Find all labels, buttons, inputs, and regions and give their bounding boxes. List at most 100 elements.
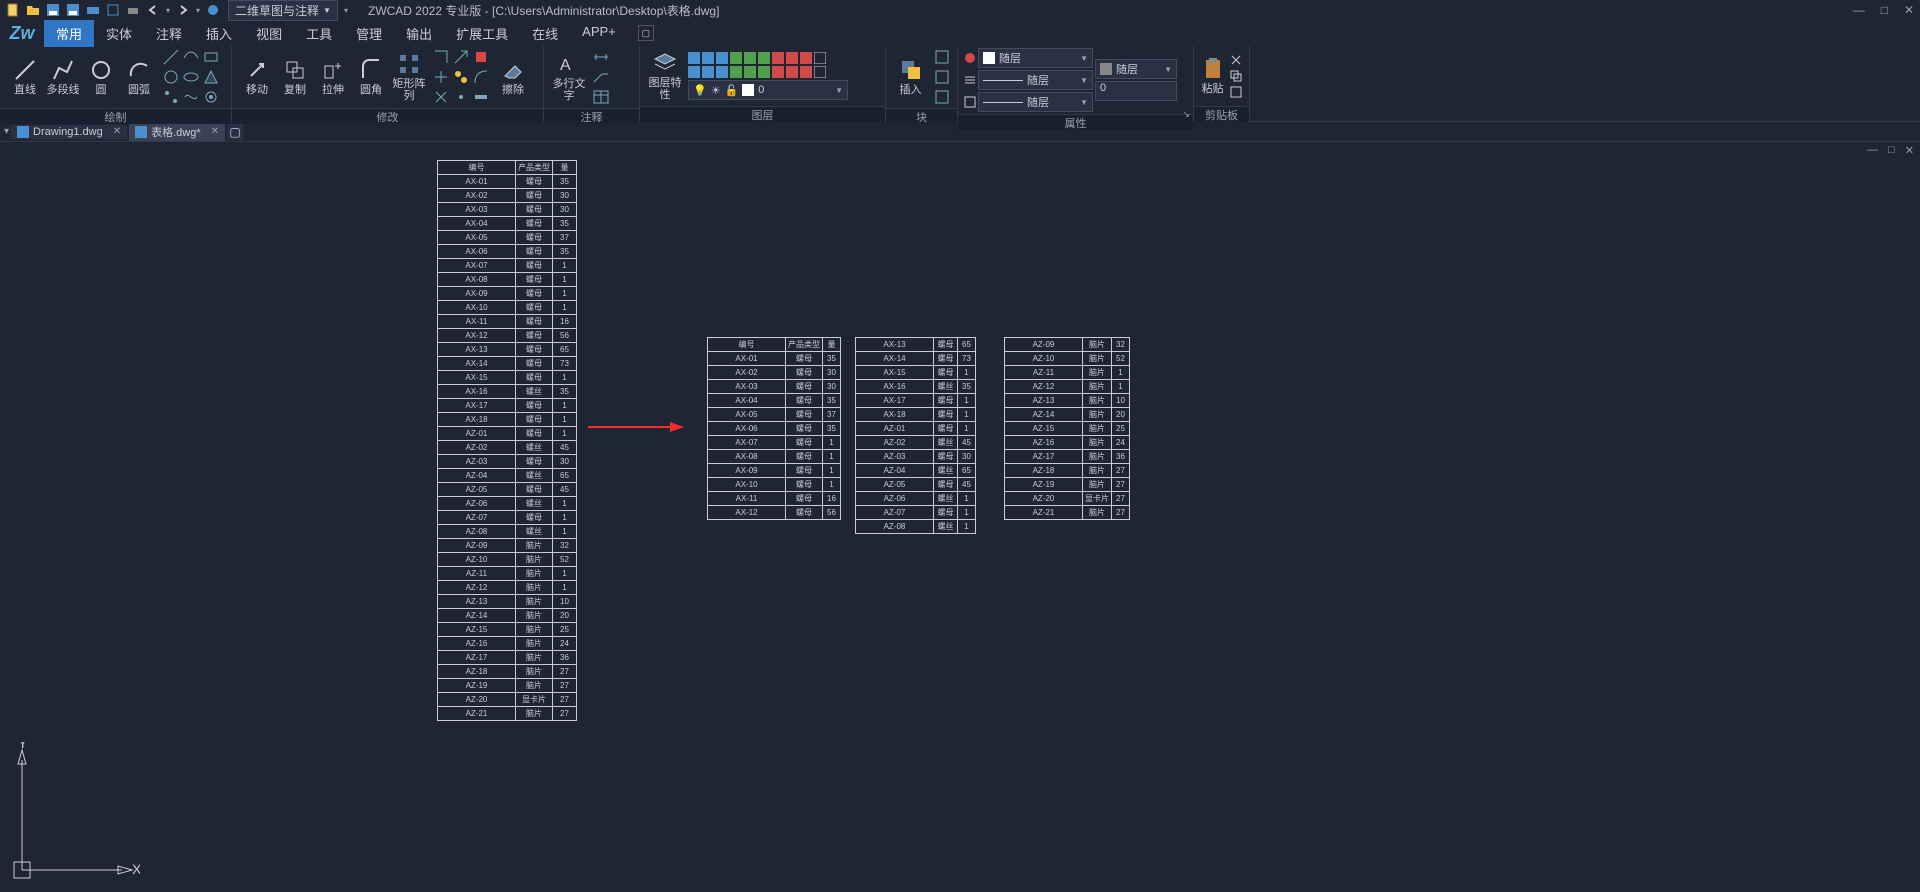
layer-tool-icon[interactable] — [744, 66, 756, 78]
close-button[interactable]: ✕ — [1904, 3, 1914, 17]
vp-minimize[interactable]: — — [1867, 144, 1878, 157]
globe-icon[interactable] — [206, 3, 220, 17]
ribbon-tab-管理[interactable]: 管理 — [344, 20, 394, 47]
doc-tab[interactable]: Drawing1.dwg✕ — [11, 125, 127, 139]
plot-icon[interactable] — [86, 3, 100, 17]
maximize-button[interactable]: □ — [1881, 3, 1888, 17]
layer-tool-icon[interactable] — [772, 66, 784, 78]
mtext-button[interactable]: A 多行文字 — [550, 49, 588, 105]
doc-tab-list-icon[interactable]: ▾ — [4, 126, 9, 137]
dim-icon[interactable] — [592, 48, 610, 66]
tool-icon[interactable] — [162, 88, 180, 106]
save-icon[interactable] — [46, 3, 60, 17]
ribbon-tab-插入[interactable]: 插入 — [194, 20, 244, 47]
draw-圆-button[interactable]: 圆 — [82, 49, 120, 105]
cut-icon[interactable] — [1229, 53, 1243, 67]
tool-icon[interactable] — [472, 88, 490, 106]
modify-复制-button[interactable]: 复制 — [276, 49, 314, 105]
paste-button[interactable]: 粘贴 — [1200, 48, 1225, 104]
color-dropdown[interactable]: 随层 ▼ — [978, 48, 1093, 68]
preview-icon[interactable] — [106, 3, 120, 17]
layer-tool-icon[interactable] — [786, 66, 798, 78]
layer-tool-icon[interactable] — [814, 52, 826, 64]
workspace-dropdown[interactable]: 二维草图与注释 ▼ — [228, 0, 338, 21]
layer-tool-icon[interactable] — [716, 66, 728, 78]
saveas-icon[interactable] — [66, 3, 80, 17]
tool-icon[interactable] — [472, 68, 490, 86]
vp-close[interactable]: ✕ — [1905, 144, 1914, 157]
tool-icon[interactable] — [452, 88, 470, 106]
block-tool-icon[interactable] — [933, 68, 951, 86]
plotstyle-dropdown[interactable]: 随层 ▼ — [1095, 59, 1177, 79]
layer-tool-icon[interactable] — [800, 52, 812, 64]
redo-dropdown[interactable]: ▾ — [196, 6, 200, 15]
drawing-viewport[interactable]: — □ ✕ 编号产品类型量AX-01螺母35AX-02螺母30AX-03螺母30… — [0, 142, 1920, 892]
ribbon-tab-APP+[interactable]: APP+ — [570, 20, 628, 47]
layer-tool-icon[interactable] — [814, 66, 826, 78]
tool-icon[interactable] — [452, 48, 470, 66]
undo-icon[interactable] — [146, 3, 160, 17]
linetype-icon[interactable] — [964, 96, 976, 108]
cad-table-split-1[interactable]: 编号产品类型量AX-01螺母35AX-02螺母30AX-03螺母30AX-04螺… — [707, 337, 841, 520]
layer-tool-icon[interactable] — [730, 66, 742, 78]
tool-icon[interactable] — [182, 48, 200, 66]
lineweight-icon[interactable] — [964, 74, 976, 86]
modify-移动-button[interactable]: 移动 — [238, 49, 276, 105]
ribbon-tab-实体[interactable]: 实体 — [94, 20, 144, 47]
new-doc-tab[interactable]: ▢ — [227, 124, 243, 140]
tool-icon[interactable] — [432, 48, 450, 66]
layer-dropdown[interactable]: 💡 ☀ 🔓 0 ▼ — [688, 80, 848, 100]
layer-tool-icon[interactable] — [772, 52, 784, 64]
layer-tool-icon[interactable] — [702, 52, 714, 64]
layer-tool-icon[interactable] — [688, 66, 700, 78]
close-icon[interactable]: ✕ — [211, 126, 219, 137]
layer-tool-icon[interactable] — [744, 52, 756, 64]
match-props-icon[interactable] — [964, 52, 976, 64]
tool-icon[interactable] — [162, 68, 180, 86]
layer-tool-icon[interactable] — [716, 52, 728, 64]
modify-圆角-button[interactable]: 圆角 — [352, 49, 390, 105]
draw-圆弧-button[interactable]: 圆弧 — [120, 49, 158, 105]
tool-icon[interactable] — [472, 48, 490, 66]
ribbon-tab-常用[interactable]: 常用 — [44, 20, 94, 47]
table-icon[interactable] — [592, 88, 610, 106]
layer-tool-icon[interactable] — [730, 52, 742, 64]
block-tool-icon[interactable] — [933, 48, 951, 66]
ribbon-expand-icon[interactable]: ▢ — [638, 25, 654, 41]
tool-icon[interactable] — [182, 88, 200, 106]
erase-button[interactable]: 擦除 — [494, 49, 532, 105]
ribbon-tab-注释[interactable]: 注释 — [144, 20, 194, 47]
tool-icon[interactable] — [432, 88, 450, 106]
leader-icon[interactable] — [592, 68, 610, 86]
tool-icon[interactable] — [452, 68, 470, 86]
vp-maximize[interactable]: □ — [1888, 144, 1895, 157]
transparency-input[interactable]: 0 — [1095, 81, 1177, 101]
tool-icon[interactable] — [182, 68, 200, 86]
ribbon-tab-工具[interactable]: 工具 — [294, 20, 344, 47]
insert-button[interactable]: 插入 — [892, 49, 929, 105]
linetype-dropdown[interactable]: 随层 ▼ — [978, 92, 1093, 112]
tool-icon[interactable] — [432, 68, 450, 86]
close-icon[interactable]: ✕ — [113, 126, 121, 137]
layer-props-button[interactable]: 图层特性 — [646, 48, 684, 104]
cad-table-split-3[interactable]: AZ-09脑片32AZ-10脑片52AZ-11脑片1AZ-12脑片1AZ-13脑… — [1004, 337, 1130, 520]
cad-table-main[interactable]: 编号产品类型量AX-01螺母35AX-02螺母30AX-03螺母30AX-04螺… — [437, 160, 577, 721]
ribbon-tab-输出[interactable]: 输出 — [394, 20, 444, 47]
layer-tool-icon[interactable] — [688, 52, 700, 64]
redo-icon[interactable] — [176, 3, 190, 17]
panel-launcher-icon[interactable]: ↘ — [1182, 109, 1190, 120]
layer-tool-icon[interactable] — [786, 52, 798, 64]
tool-icon[interactable] — [202, 88, 220, 106]
clip-tool-icon[interactable] — [1229, 85, 1243, 99]
copy-icon[interactable] — [1229, 69, 1243, 83]
layer-tool-icon[interactable] — [702, 66, 714, 78]
ribbon-tab-视图[interactable]: 视图 — [244, 20, 294, 47]
ribbon-tab-扩展工具[interactable]: 扩展工具 — [444, 20, 520, 47]
print-icon[interactable] — [126, 3, 140, 17]
layer-tool-icon[interactable] — [758, 66, 770, 78]
modify-拉伸-button[interactable]: 拉伸 — [314, 49, 352, 105]
draw-多段线-button[interactable]: 多段线 — [44, 49, 82, 105]
minimize-button[interactable]: — — [1853, 3, 1865, 17]
doc-tab[interactable]: 表格.dwg*✕ — [129, 123, 225, 141]
new-icon[interactable] — [6, 3, 20, 17]
